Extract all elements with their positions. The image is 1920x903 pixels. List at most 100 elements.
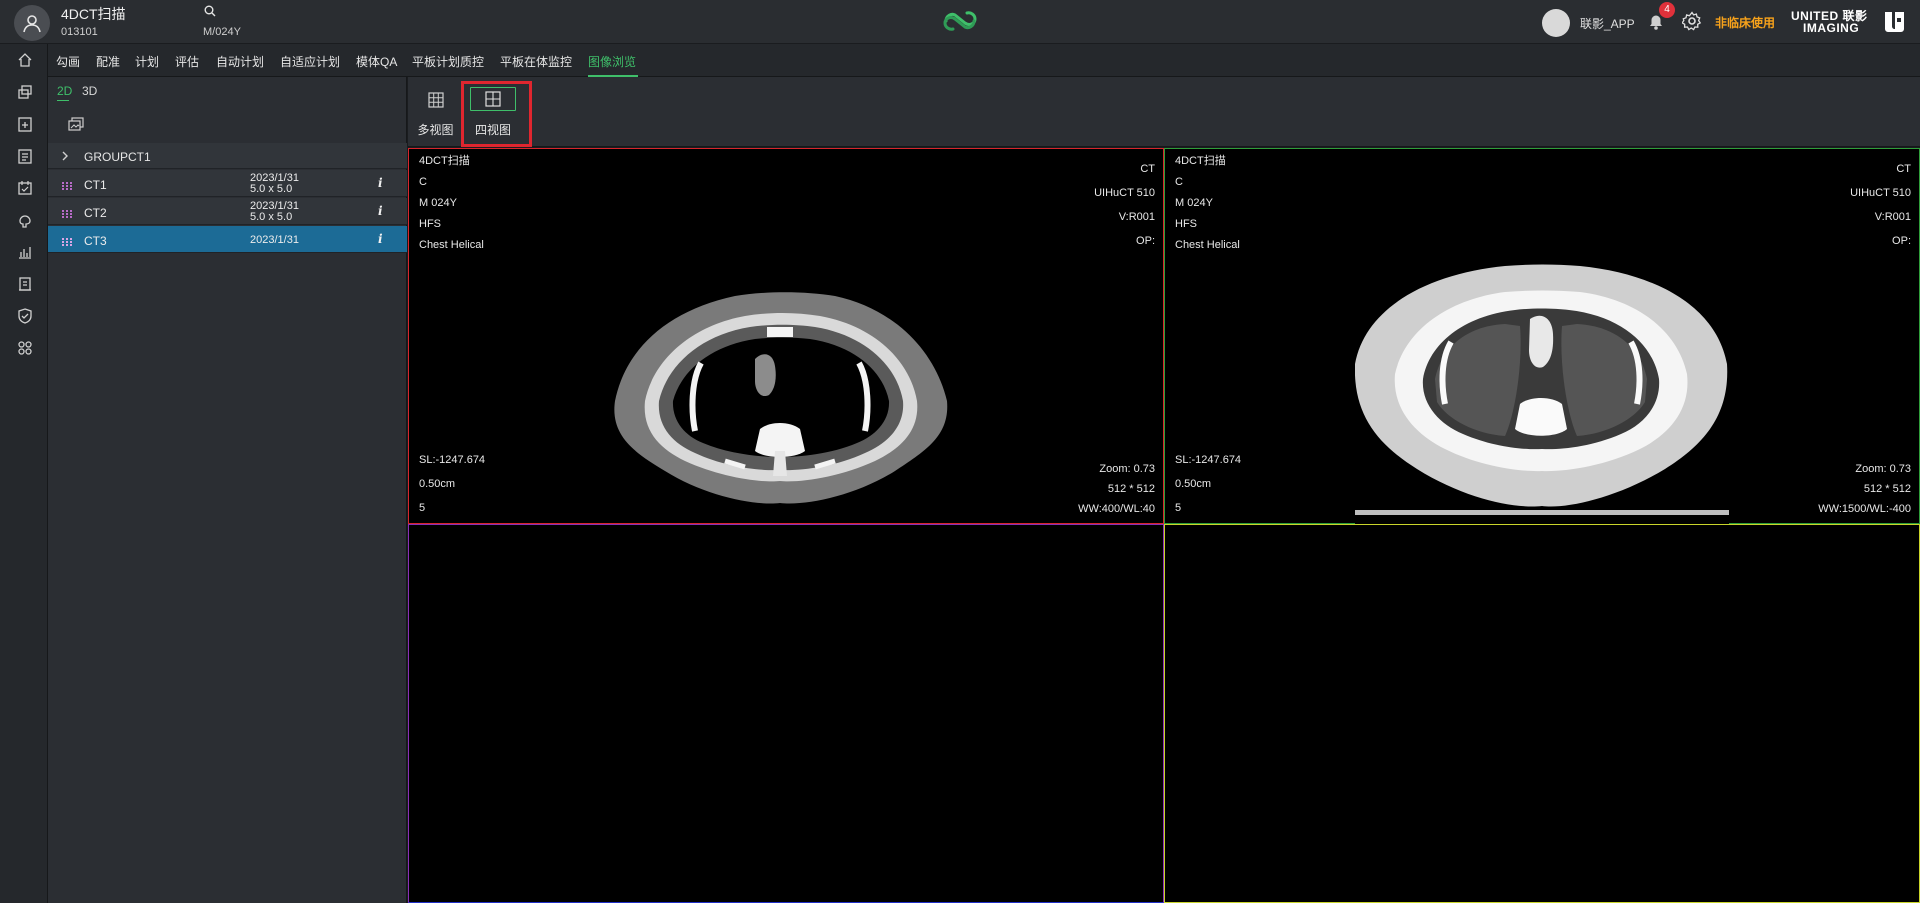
highlight-annotation xyxy=(461,81,532,147)
tab-image-browse[interactable]: 图像浏览 xyxy=(588,53,636,70)
viewport-top-left[interactable]: 4DCT扫描 C M 024Y HFS Chest Helical CT UIH… xyxy=(408,148,1164,524)
overlay-text: 5 xyxy=(419,502,426,514)
overlay-text: CT xyxy=(1896,163,1911,175)
series-info-icon[interactable]: i xyxy=(378,204,383,218)
overlay-text: SL:-1247.674 xyxy=(419,454,486,466)
overlay-text: WW:400/WL:40 xyxy=(1078,503,1155,515)
overlay-text: 4DCT扫描 xyxy=(1175,155,1226,167)
patient-avatar[interactable] xyxy=(14,5,50,41)
series-row[interactable]: CT1 2023/1/31 5.0 x 5.0 i xyxy=(48,170,407,197)
series-grid-icon xyxy=(62,235,72,249)
multi-view-label: 多视图 xyxy=(417,123,454,137)
overlay-text: M 024Y xyxy=(419,197,457,209)
viewer-toolbar: 多视图 四视图 xyxy=(408,77,1920,147)
overlay-text: 512 * 512 xyxy=(1107,483,1155,495)
tab-adaptive-plan[interactable]: 自适应计划 xyxy=(280,53,340,70)
patient-sex-age: M/024Y xyxy=(203,26,241,38)
multi-view-button[interactable]: 多视图 xyxy=(408,77,463,147)
tab-phantom-qa[interactable]: 模体QA xyxy=(356,53,397,70)
overlay-text: OP: xyxy=(1136,235,1155,247)
left-nav xyxy=(0,44,48,903)
overlay-text: Chest Helical xyxy=(1175,239,1240,251)
bar-chart-icon[interactable] xyxy=(17,244,33,260)
overlay-text: Zoom: 0.73 xyxy=(1099,463,1155,475)
patient-name: 4DCT扫描 xyxy=(61,6,126,22)
series-name: CT2 xyxy=(84,206,107,220)
overlay-text: Chest Helical xyxy=(419,239,484,251)
overlay-text: UIHuCT 510 xyxy=(1850,187,1911,199)
overlay-top-left: 4DCT扫描 C M 024Y HFS Chest Helical xyxy=(419,151,484,256)
overlay-bottom-right: Zoom: 0.73 512 * 512 WW:400/WL:40 xyxy=(1078,459,1155,519)
document-list-icon[interactable] xyxy=(17,148,33,164)
overlay-text: SL:-1247.674 xyxy=(1175,454,1242,466)
tab-epid-invivo[interactable]: 平板在体监控 xyxy=(500,53,572,70)
home-icon[interactable] xyxy=(17,52,33,68)
shield-check-icon[interactable] xyxy=(17,308,33,324)
series-date: 2023/1/31 xyxy=(250,234,299,246)
tab-registration[interactable]: 配准 xyxy=(96,53,120,70)
ct-axial-image xyxy=(614,292,948,504)
overlay-text: M 024Y xyxy=(1175,197,1213,209)
series-info-icon[interactable]: i xyxy=(378,232,383,246)
series-spacing: 5.0 x 5.0 xyxy=(250,211,293,223)
overlay-text: C xyxy=(1175,176,1183,188)
series-spacing: 5.0 x 5.0 xyxy=(250,183,293,195)
overlay-top-right: CT UIHuCT 510 V:R001 OP: xyxy=(1094,157,1155,253)
top-header: 4DCT扫描 013101 M/024Y 联影_APP 4 非临床使用 UNIT… xyxy=(0,0,1920,44)
mode-3d-tab[interactable]: 3D xyxy=(82,84,97,98)
brand-mark-icon xyxy=(1884,10,1906,35)
overlay-text: UIHuCT 510 xyxy=(1094,187,1155,199)
series-info-icon[interactable]: i xyxy=(378,176,383,190)
series-name: CT1 xyxy=(84,178,107,192)
viewport-bottom-left[interactable] xyxy=(408,524,1164,903)
brain-icon[interactable] xyxy=(17,212,33,228)
user-icon xyxy=(23,15,41,33)
overlay-text: HFS xyxy=(419,218,441,230)
tab-plan[interactable]: 计划 xyxy=(135,53,159,70)
tab-evaluation[interactable]: 评估 xyxy=(175,53,199,70)
overlay-text: HFS xyxy=(1175,218,1197,230)
series-grid-icon xyxy=(62,207,72,221)
tab-contour[interactable]: 勾画 xyxy=(56,53,80,70)
chevron-right-icon[interactable] xyxy=(61,150,69,165)
calendar-check-icon[interactable] xyxy=(17,180,33,196)
overlay-text: 0.50cm xyxy=(419,478,456,490)
overlay-text: WW:1500/WL:-400 xyxy=(1818,503,1911,515)
viewport-top-right[interactable]: 4DCT扫描 C M 024Y HFS Chest Helical CT UIH… xyxy=(1164,148,1920,525)
report-icon[interactable] xyxy=(17,276,33,292)
overlay-text: 512 * 512 xyxy=(1863,483,1911,495)
mode-2d-tab[interactable]: 2D xyxy=(57,84,72,98)
overlay-text: 5 xyxy=(1175,502,1182,514)
series-row[interactable]: CT2 2023/1/31 5.0 x 5.0 i xyxy=(48,198,407,225)
overlay-text: 0.50cm xyxy=(1175,478,1212,490)
apps-icon[interactable] xyxy=(17,340,33,356)
search-icon[interactable] xyxy=(204,5,216,20)
viewport-bottom-right[interactable] xyxy=(1164,524,1920,903)
notification-badge: 4 xyxy=(1659,2,1675,18)
brand-line2: IMAGING xyxy=(1803,21,1860,35)
overlay-top-right: CT UIHuCT 510 V:R001 OP: xyxy=(1850,157,1911,253)
overlay-text: OP: xyxy=(1892,235,1911,247)
mode-underline xyxy=(57,100,69,101)
non-clinical-label: 非临床使用 xyxy=(1715,16,1776,30)
copy-icon[interactable] xyxy=(17,84,33,100)
series-row-selected[interactable]: CT3 2023/1/31 i xyxy=(48,226,407,253)
series-name: CT3 xyxy=(84,234,107,248)
overlay-text: CT xyxy=(1140,163,1155,175)
brand-logo: UNITED 联影 IMAGING xyxy=(1791,10,1868,34)
tab-auto-plan[interactable]: 自动计划 xyxy=(216,53,264,70)
app-logo-icon xyxy=(938,8,982,37)
ct-axial-lung-image xyxy=(1355,264,1729,515)
grid-layout-icon xyxy=(428,92,444,111)
module-tabs: 勾画 配准 计划 评估 自动计划 自适应计划 模体QA 平板计划质控 平板在体监… xyxy=(48,44,1920,77)
user-avatar[interactable] xyxy=(1542,9,1570,37)
tab-epid-plan-qc[interactable]: 平板计划质控 xyxy=(412,53,484,70)
group-label: GROUPCT1 xyxy=(84,150,151,164)
series-group-row[interactable]: GROUPCT1 xyxy=(48,143,407,169)
overlay-text: V:R001 xyxy=(1874,211,1911,223)
clipboard-plus-icon[interactable] xyxy=(17,116,33,132)
overlay-text: C xyxy=(419,176,427,188)
user-name[interactable]: 联影_APP xyxy=(1580,15,1635,32)
image-stack-icon[interactable] xyxy=(68,117,84,134)
gear-icon[interactable] xyxy=(1681,11,1702,34)
